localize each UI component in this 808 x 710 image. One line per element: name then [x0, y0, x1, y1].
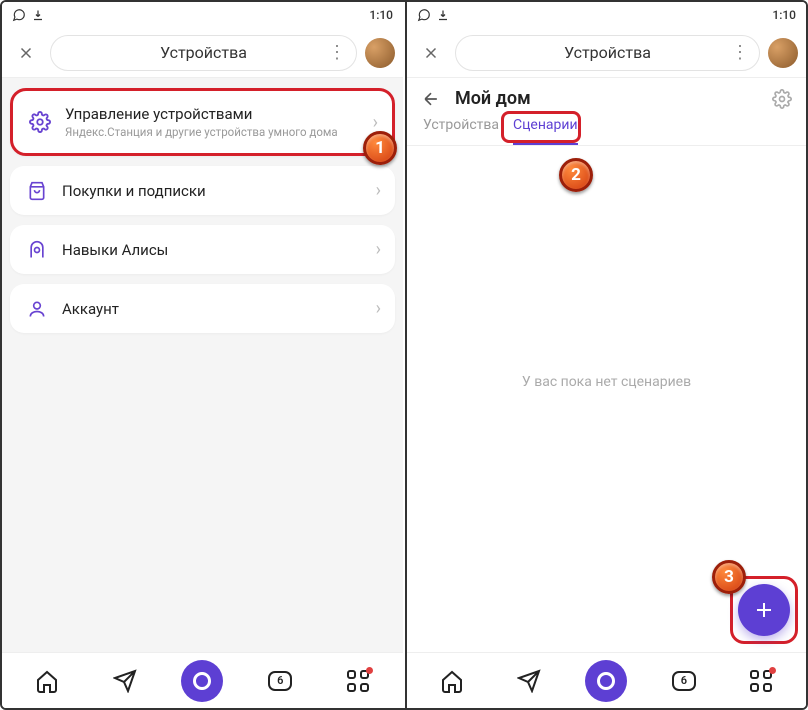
app-header: Устройства ⋮ [2, 28, 403, 78]
chevron-right-icon: › [376, 180, 381, 201]
dual-screenshot-container: 1:10 Устройства ⋮ Управление устройствам… [0, 0, 808, 710]
tab-devices[interactable]: Устройства [423, 117, 499, 145]
back-button[interactable] [421, 89, 445, 109]
more-icon[interactable]: ⋮ [731, 42, 749, 63]
nav-home[interactable] [430, 659, 474, 703]
menu-item-alice-skills[interactable]: Навыки Алисы › [10, 225, 395, 274]
menu-item-title: Покупки и подписки [62, 182, 364, 200]
nav-apps-grid[interactable] [739, 659, 783, 703]
alice-icon [24, 240, 50, 260]
download-icon [32, 9, 44, 21]
sub-header: Мой дом [407, 78, 806, 109]
header-title-pill[interactable]: Устройства ⋮ [50, 35, 357, 71]
download-icon [437, 9, 449, 21]
header-title-pill[interactable]: Устройства ⋮ [455, 35, 760, 71]
nav-alice-center[interactable] [584, 659, 628, 703]
avatar[interactable] [768, 38, 798, 68]
nav-send[interactable] [507, 659, 551, 703]
menu-item-account[interactable]: Аккаунт › [10, 284, 395, 333]
menu-item-subtitle: Яндекс.Станция и другие устройства умног… [65, 125, 361, 139]
page-title: Мой дом [455, 88, 762, 109]
status-bar: 1:10 [2, 2, 403, 28]
status-time: 1:10 [369, 8, 393, 22]
chevron-right-icon: › [373, 112, 378, 133]
nav-apps-grid[interactable] [336, 659, 380, 703]
whatsapp-icon [417, 8, 431, 22]
empty-state-text: У вас пока нет сценариев [407, 374, 806, 390]
header-title: Устройства [564, 43, 651, 62]
screen-2: 1:10 Устройства ⋮ Мой дом Устройства Сце… [405, 2, 806, 708]
step-badge-1: 1 [363, 131, 397, 165]
step-badge-2: 2 [559, 158, 593, 192]
settings-gear-icon[interactable] [772, 89, 792, 109]
step-badge-3: 3 [712, 560, 746, 594]
content-area: Управление устройствами Яндекс.Станция и… [2, 78, 403, 652]
menu-item-title: Управление устройствами [65, 105, 361, 123]
nav-tabs-count[interactable]: 6 [662, 659, 706, 703]
close-button[interactable] [415, 37, 447, 69]
menu-item-title: Навыки Алисы [62, 241, 364, 259]
content-area: У вас пока нет сценариев 3 [407, 146, 806, 652]
nav-alice-center[interactable] [180, 659, 224, 703]
gear-icon [27, 111, 53, 133]
header-title: Устройства [160, 43, 247, 62]
bottom-nav: 6 [2, 652, 403, 708]
bag-icon [24, 181, 50, 201]
menu-item-devices-management[interactable]: Управление устройствами Яндекс.Станция и… [10, 88, 395, 156]
add-fab-button[interactable] [738, 584, 790, 636]
nav-tabs-count[interactable]: 6 [258, 659, 302, 703]
close-button[interactable] [10, 37, 42, 69]
nav-home[interactable] [25, 659, 69, 703]
menu-item-title: Аккаунт [62, 300, 364, 318]
status-time: 1:10 [772, 8, 796, 22]
avatar[interactable] [365, 38, 395, 68]
screen-1: 1:10 Устройства ⋮ Управление устройствам… [2, 2, 403, 708]
more-icon[interactable]: ⋮ [328, 42, 346, 63]
menu-item-purchases[interactable]: Покупки и подписки › [10, 166, 395, 215]
bottom-nav: 6 [407, 652, 806, 708]
chevron-right-icon: › [376, 239, 381, 260]
app-header: Устройства ⋮ [407, 28, 806, 78]
nav-send[interactable] [103, 659, 147, 703]
person-icon [24, 299, 50, 319]
whatsapp-icon [12, 8, 26, 22]
tabs-bar: Устройства Сценарии [407, 109, 806, 146]
chevron-right-icon: › [376, 298, 381, 319]
tab-scenarios[interactable]: Сценарии [513, 117, 578, 145]
status-bar: 1:10 [407, 2, 806, 28]
